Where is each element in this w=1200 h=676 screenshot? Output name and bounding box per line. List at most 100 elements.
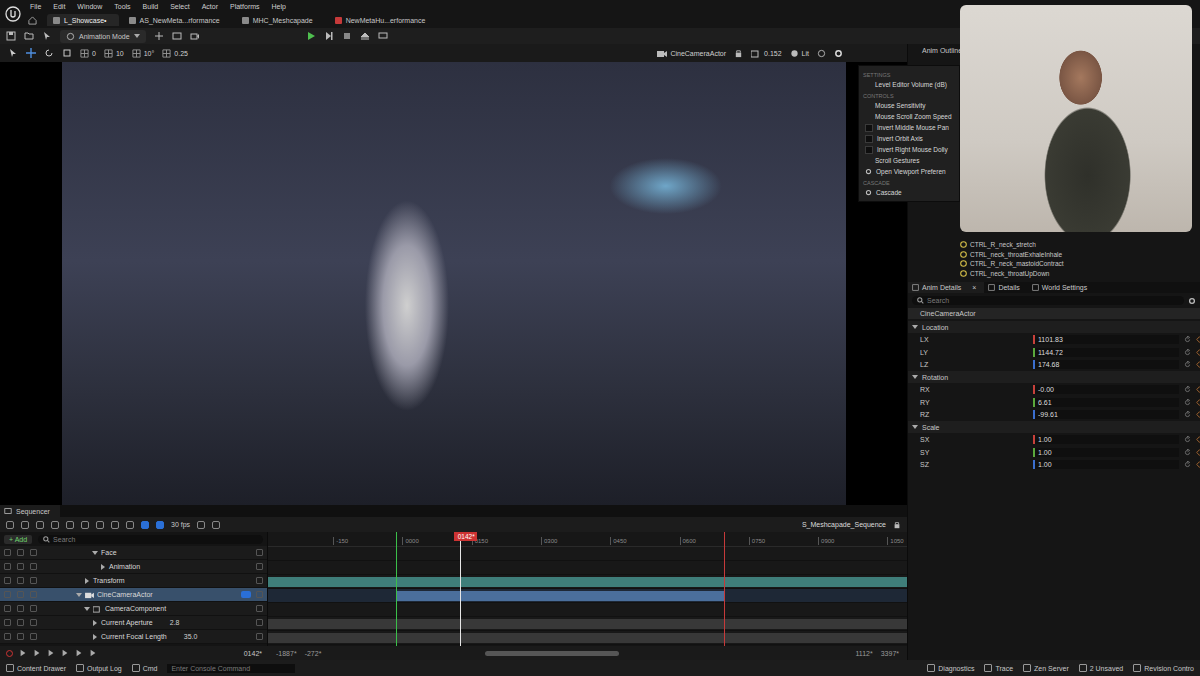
- settings-icon[interactable]: [1188, 297, 1196, 305]
- details-tab[interactable]: World Settings: [1028, 282, 1095, 293]
- menu-item[interactable]: File: [30, 3, 41, 10]
- key-icon[interactable]: [1196, 349, 1200, 356]
- view-mode-dropdown[interactable]: Lit: [790, 49, 809, 58]
- solo-icon[interactable]: [30, 605, 37, 612]
- reset-icon[interactable]: [1184, 436, 1191, 443]
- status-item[interactable]: 2 Unsaved: [1079, 664, 1123, 672]
- property-value-field[interactable]: 174.68: [1033, 360, 1179, 369]
- auto-key-icon[interactable]: [156, 521, 164, 529]
- property-value-field[interactable]: -99.61: [1033, 410, 1179, 419]
- snap-toggle-icon[interactable]: [141, 521, 149, 529]
- content-icon[interactable]: [24, 31, 34, 41]
- frame-rate-dropdown[interactable]: 30 fps: [171, 521, 190, 528]
- status-item[interactable]: Trace: [984, 664, 1013, 672]
- eject-icon[interactable]: [360, 31, 370, 41]
- expanded-caret-icon[interactable]: [92, 550, 98, 556]
- blueprint-icon[interactable]: [172, 31, 182, 41]
- visibility-icon[interactable]: [4, 619, 11, 626]
- lock-icon[interactable]: [17, 549, 24, 556]
- status-item[interactable]: Output Log: [76, 664, 122, 672]
- status-item[interactable]: Content Drawer: [6, 664, 66, 672]
- select-icon[interactable]: [42, 31, 52, 41]
- lock-icon[interactable]: [17, 591, 24, 598]
- loop-icon[interactable]: [197, 521, 205, 529]
- menu-item[interactable]: Mouse Sensitivity: [859, 100, 959, 111]
- lock-icon[interactable]: [17, 577, 24, 584]
- lock-icon[interactable]: [17, 563, 24, 570]
- snap-setting[interactable]: 10°: [132, 49, 155, 58]
- close-tab-button[interactable]: ×: [972, 284, 976, 291]
- menu-checkbox[interactable]: [865, 124, 873, 132]
- add-key-icon[interactable]: [256, 619, 263, 626]
- sequencer-tool-icon[interactable]: [6, 521, 14, 529]
- menu-item[interactable]: Open Viewport Preferen: [859, 166, 959, 177]
- outliner-item[interactable]: CTRL_neck_throatExhaleInhale: [960, 250, 1200, 260]
- details-search[interactable]: Search: [912, 296, 1184, 305]
- menu-item[interactable]: Help: [272, 3, 286, 10]
- track-row[interactable]: Current Focal Length 35.0: [0, 630, 267, 644]
- platforms-icon[interactable]: [378, 31, 388, 41]
- view-range-start[interactable]: -272*: [305, 650, 322, 657]
- reset-icon[interactable]: [1184, 361, 1191, 368]
- transport-icon[interactable]: [33, 649, 41, 657]
- visibility-icon[interactable]: [4, 591, 11, 598]
- reset-icon[interactable]: [1184, 449, 1191, 456]
- property-section[interactable]: [268, 633, 907, 643]
- outliner-item[interactable]: CTRL_R_neck_stretch: [960, 240, 1200, 250]
- menu-item[interactable]: Mouse Scroll Zoom Speed: [859, 111, 959, 122]
- play-icon[interactable]: [306, 31, 316, 41]
- property-group[interactable]: Location: [908, 321, 1200, 333]
- collapsed-caret-icon[interactable]: [100, 564, 106, 570]
- viewport[interactable]: [0, 62, 907, 505]
- transport-icon[interactable]: [89, 649, 97, 657]
- add-track-button[interactable]: + Add: [4, 535, 32, 544]
- move-icon[interactable]: [26, 48, 36, 58]
- add-key-icon[interactable]: [256, 577, 263, 584]
- collapsed-caret-icon[interactable]: [84, 578, 90, 584]
- key-icon[interactable]: [1196, 411, 1200, 418]
- key-icon[interactable]: [1196, 449, 1200, 456]
- menu-item[interactable]: Invert Right Mouse Dolly: [859, 144, 959, 155]
- sequencer-tab[interactable]: Sequencer: [0, 505, 60, 517]
- visibility-icon[interactable]: [4, 633, 11, 640]
- status-item[interactable]: Cmd: [132, 664, 158, 672]
- menu-item[interactable]: Edit: [53, 3, 65, 10]
- lock-icon[interactable]: [17, 605, 24, 612]
- sequencer-tool-icon[interactable]: [81, 521, 89, 529]
- timeline[interactable]: -15000000150030004500600075009001050 014…: [268, 532, 907, 646]
- sequencer-tool-icon[interactable]: [21, 521, 29, 529]
- record-icon[interactable]: [6, 650, 13, 657]
- details-tab[interactable]: Anim Details ×: [908, 282, 984, 293]
- scale-icon[interactable]: [62, 48, 72, 58]
- cinematics-icon[interactable]: [190, 31, 200, 41]
- expanded-caret-icon[interactable]: [76, 592, 82, 598]
- console-input[interactable]: Enter Console Command: [167, 664, 295, 673]
- property-value-field[interactable]: 1101.83: [1033, 335, 1179, 344]
- sequencer-tool-icon[interactable]: [66, 521, 74, 529]
- collapsed-caret-icon[interactable]: [92, 634, 98, 640]
- property-value-field[interactable]: -0.00: [1033, 385, 1179, 394]
- transform-section[interactable]: [268, 577, 907, 587]
- reset-icon[interactable]: [1184, 349, 1191, 356]
- menu-item[interactable]: Invert Middle Mouse Pan: [859, 122, 959, 133]
- menu-item[interactable]: Actor: [202, 3, 218, 10]
- status-item[interactable]: Diagnostics: [927, 664, 974, 672]
- track-row[interactable]: Current Aperture 2.8: [0, 616, 267, 630]
- add-key-icon[interactable]: [256, 563, 263, 570]
- track-value[interactable]: 2.8: [170, 619, 180, 626]
- timeline-scrollbar[interactable]: [329, 651, 847, 656]
- home-icon[interactable]: [28, 16, 37, 25]
- sequencer-tool-icon[interactable]: [36, 521, 44, 529]
- property-value-field[interactable]: 1144.72: [1033, 348, 1179, 357]
- track-search[interactable]: Search: [38, 535, 263, 544]
- sequencer-tool-icon[interactable]: [111, 521, 119, 529]
- sequencer-tool-icon[interactable]: [51, 521, 59, 529]
- rotate-icon[interactable]: [44, 48, 54, 58]
- solo-icon[interactable]: [30, 633, 37, 640]
- document-tab[interactable]: L_Showcase•: [47, 14, 119, 26]
- scrollbar-thumb[interactable]: [485, 651, 620, 656]
- show-icon[interactable]: [817, 49, 826, 58]
- stop-icon[interactable]: [342, 31, 352, 41]
- camera-dropdown[interactable]: CineCameraActor: [657, 49, 726, 58]
- curve-icon[interactable]: [212, 521, 220, 529]
